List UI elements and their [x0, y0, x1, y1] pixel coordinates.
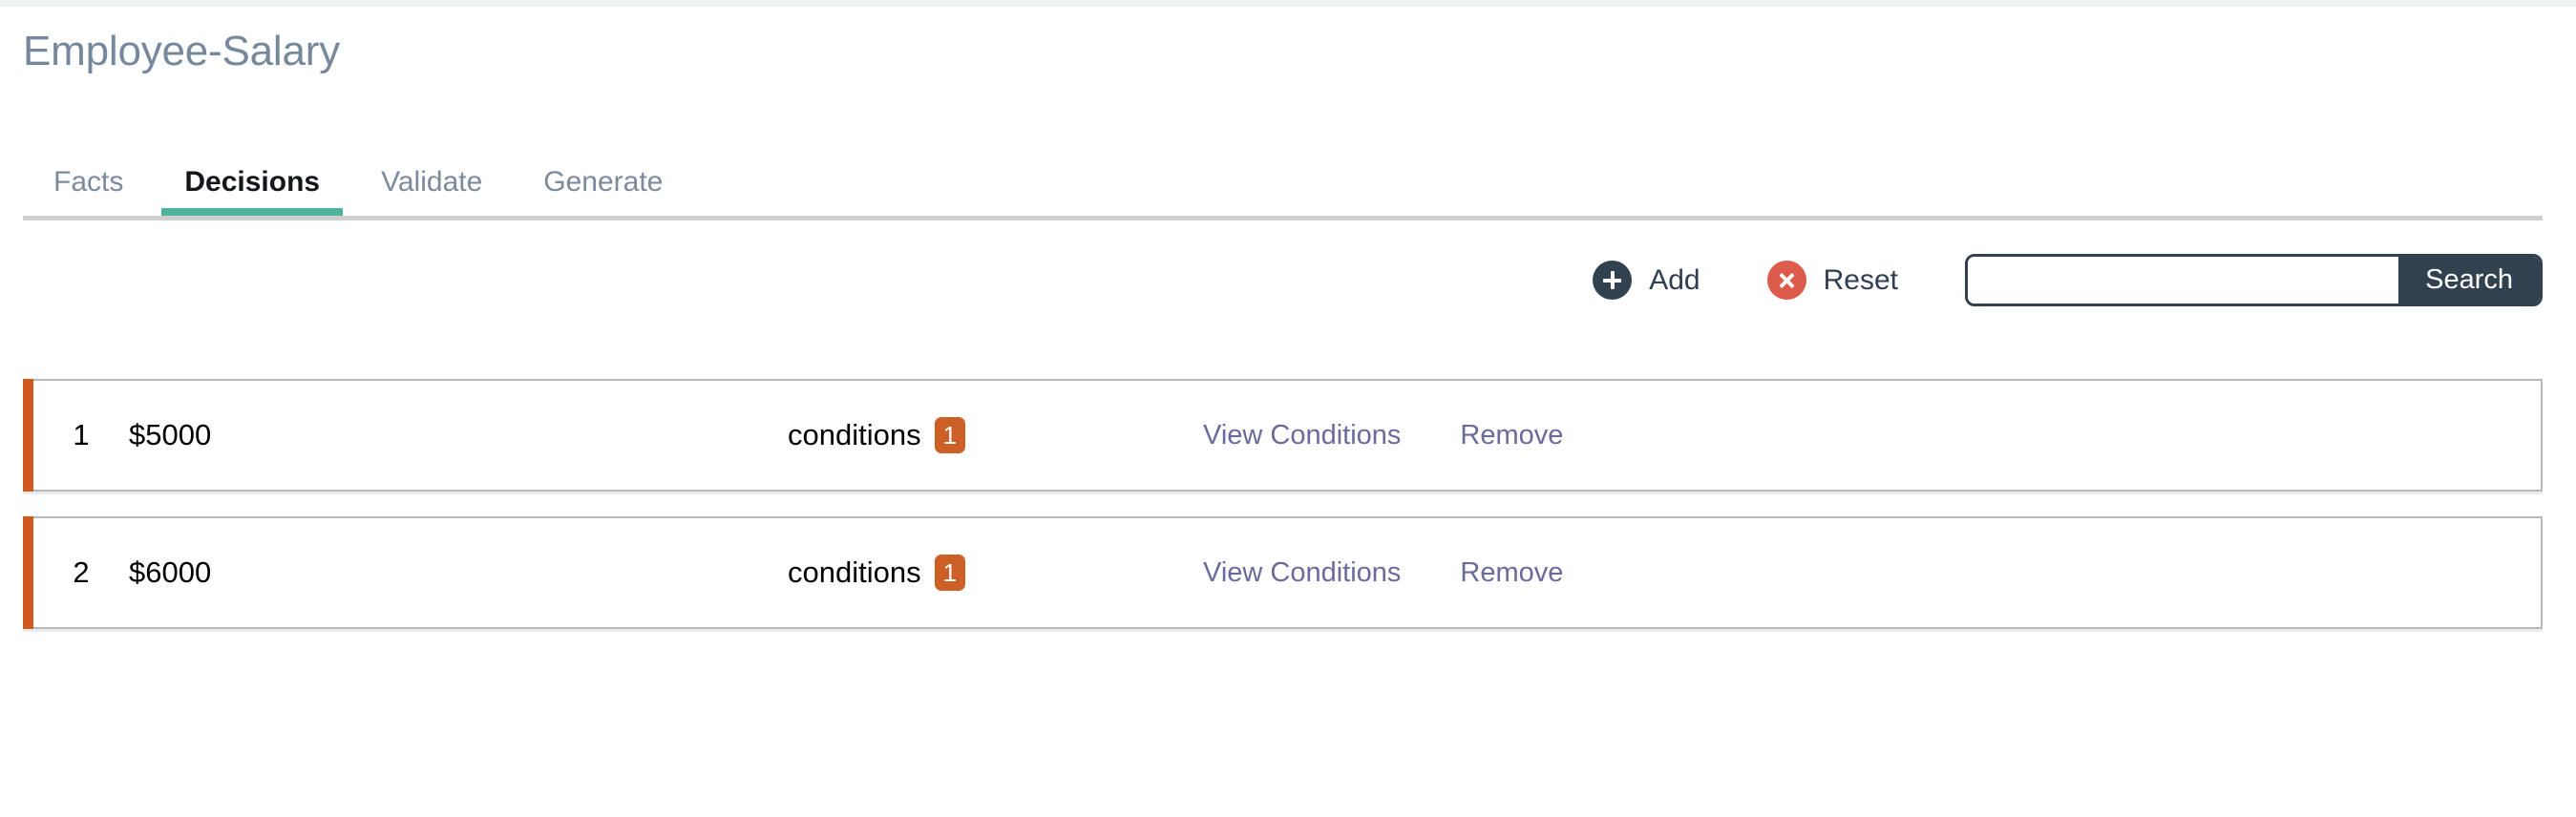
table-row[interactable]: 1 $5000 conditions 1 View Conditions Rem… — [23, 379, 2543, 492]
tab-decisions[interactable]: Decisions — [154, 168, 350, 216]
row-conditions: conditions 1 — [788, 555, 1093, 591]
conditions-count-badge: 1 — [934, 417, 966, 453]
top-edge-strip — [0, 0, 2576, 7]
row-value: $5000 — [129, 418, 212, 451]
search-input[interactable] — [1968, 257, 2399, 304]
remove-link[interactable]: Remove — [1460, 557, 1563, 589]
tab-validate[interactable]: Validate — [350, 168, 513, 216]
remove-link[interactable]: Remove — [1460, 420, 1563, 451]
add-button-label: Add — [1649, 263, 1700, 296]
row-conditions: conditions 1 — [788, 417, 1093, 453]
search-group: Search — [1965, 254, 2543, 306]
tab-facts[interactable]: Facts — [23, 168, 154, 216]
conditions-label: conditions — [788, 555, 921, 589]
view-conditions-link[interactable]: View Conditions — [1203, 557, 1401, 589]
reset-button[interactable]: Reset — [1766, 261, 1898, 300]
reset-button-label: Reset — [1823, 263, 1898, 296]
plus-circle-icon — [1593, 261, 1633, 300]
conditions-count-badge: 1 — [934, 555, 966, 591]
conditions-label: conditions — [788, 418, 921, 451]
toolbar-actions: Add Reset Search — [1593, 254, 2543, 306]
table-row[interactable]: 2 $6000 conditions 1 View Conditions Rem… — [23, 516, 2543, 629]
row-actions: View Conditions Remove — [1203, 557, 1563, 589]
row-accent-bar — [23, 516, 33, 629]
tab-bar-divider — [23, 216, 2543, 220]
add-button[interactable]: Add — [1593, 261, 1700, 300]
search-button[interactable]: Search — [2398, 257, 2540, 304]
row-index: 2 — [73, 555, 90, 589]
decisions-page: Employee-Salary Facts Decisions Validate… — [0, 7, 2576, 817]
view-conditions-link[interactable]: View Conditions — [1203, 420, 1401, 451]
tab-bar: Facts Decisions Validate Generate — [23, 145, 2543, 220]
row-actions: View Conditions Remove — [1203, 420, 1563, 451]
toolbar: Add Reset Search — [23, 239, 2543, 353]
row-index: 1 — [73, 418, 90, 451]
decision-list: 1 $5000 conditions 1 View Conditions Rem… — [23, 379, 2543, 654]
row-accent-bar — [23, 379, 33, 492]
tab-generate[interactable]: Generate — [513, 168, 693, 216]
tab-list: Facts Decisions Validate Generate — [23, 168, 693, 216]
x-circle-icon — [1766, 261, 1806, 300]
page-title: Employee-Salary — [23, 28, 341, 74]
row-value: $6000 — [129, 555, 212, 589]
